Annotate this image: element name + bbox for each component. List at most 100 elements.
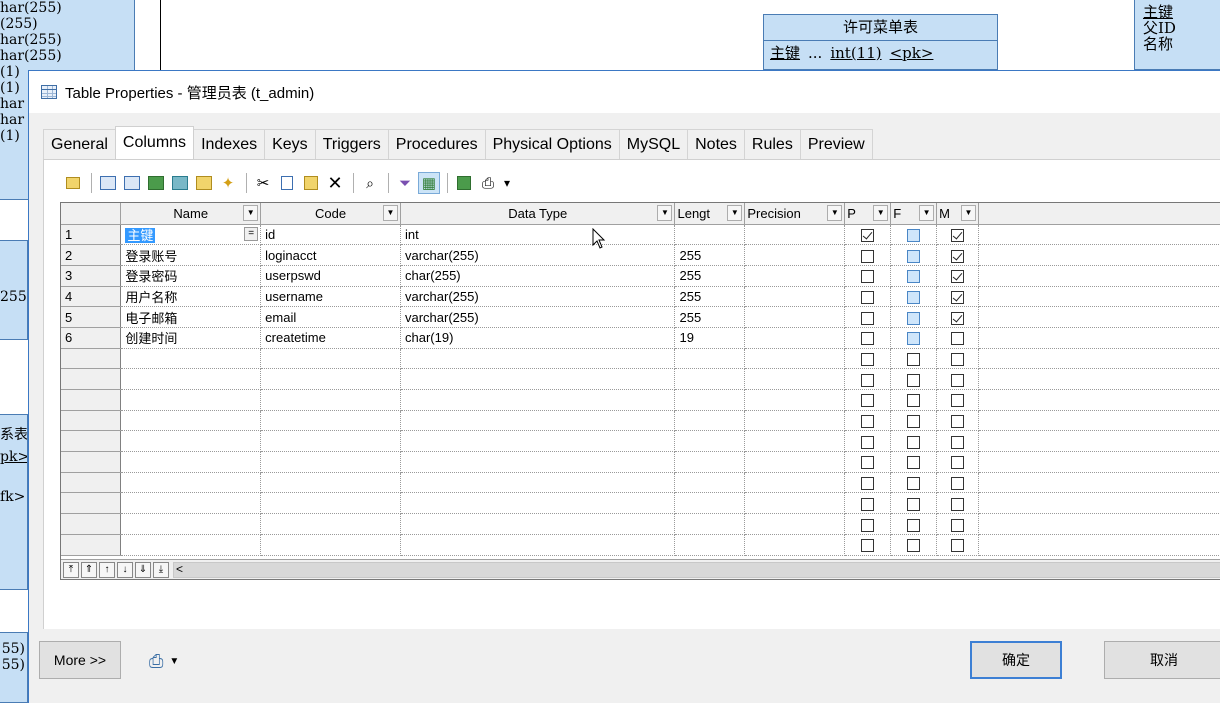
empty-cell[interactable] bbox=[120, 534, 262, 556]
empty-cell[interactable] bbox=[400, 389, 676, 411]
empty-row[interactable] bbox=[61, 389, 1220, 411]
checkbox[interactable] bbox=[951, 373, 965, 387]
empty-cell[interactable] bbox=[120, 513, 262, 535]
cell-code[interactable]: id bbox=[260, 224, 401, 246]
cell-foreign[interactable] bbox=[890, 327, 938, 349]
empty-row[interactable] bbox=[61, 368, 1220, 390]
cut-icon[interactable]: ✂ bbox=[252, 172, 274, 194]
checkbox[interactable] bbox=[951, 518, 965, 532]
page-up-icon[interactable]: ⇑ bbox=[81, 561, 97, 578]
checkbox-checked[interactable] bbox=[951, 311, 965, 325]
empty-check-cell[interactable] bbox=[844, 348, 892, 370]
tab-notes[interactable]: Notes bbox=[687, 129, 745, 159]
empty-check-cell[interactable] bbox=[936, 472, 980, 494]
cell-precision[interactable] bbox=[744, 286, 846, 308]
tab-triggers[interactable]: Triggers bbox=[314, 129, 389, 159]
empty-cell[interactable] bbox=[744, 389, 846, 411]
empty-row[interactable] bbox=[61, 410, 1220, 432]
empty-cell[interactable] bbox=[744, 492, 846, 515]
empty-check-cell[interactable] bbox=[844, 492, 892, 515]
delete-icon[interactable]: ✕ bbox=[324, 172, 346, 194]
cell-length[interactable]: 255 bbox=[674, 244, 746, 266]
more-button[interactable]: More >> bbox=[39, 641, 121, 679]
empty-check-cell[interactable] bbox=[936, 492, 980, 515]
cell-precision[interactable] bbox=[744, 224, 846, 246]
checkbox[interactable] bbox=[861, 394, 875, 408]
empty-cell[interactable] bbox=[260, 410, 401, 432]
checkbox[interactable] bbox=[951, 539, 965, 553]
empty-check-cell[interactable] bbox=[844, 410, 892, 432]
empty-check-cell[interactable] bbox=[890, 513, 938, 535]
cell-precision[interactable] bbox=[744, 244, 846, 266]
print-icon[interactable]: ⎙ bbox=[477, 172, 499, 194]
empty-check-cell[interactable] bbox=[844, 430, 892, 453]
empty-cell[interactable] bbox=[400, 513, 676, 535]
empty-cell[interactable] bbox=[400, 430, 676, 453]
checkbox[interactable] bbox=[951, 415, 965, 429]
cancel-button[interactable]: 取消 bbox=[1104, 641, 1220, 679]
empty-cell[interactable] bbox=[674, 368, 746, 390]
checkbox[interactable] bbox=[861, 373, 875, 387]
checkbox[interactable] bbox=[951, 435, 965, 449]
empty-check-cell[interactable] bbox=[890, 410, 938, 432]
table-row[interactable]: 5 电子邮箱 email varchar(255) 255 bbox=[61, 306, 1220, 328]
checkbox[interactable] bbox=[907, 311, 921, 325]
empty-cell[interactable] bbox=[400, 348, 676, 370]
cell-data-type[interactable]: char(19) bbox=[400, 327, 676, 349]
find-icon[interactable]: ⌕ bbox=[359, 172, 381, 194]
checkbox[interactable] bbox=[951, 332, 965, 346]
header-code[interactable]: Code ▼ bbox=[260, 203, 401, 225]
cell-mandatory[interactable] bbox=[936, 286, 980, 308]
row-number[interactable] bbox=[61, 410, 122, 432]
row-number[interactable] bbox=[61, 451, 122, 473]
empty-cell[interactable] bbox=[260, 534, 401, 556]
checkbox[interactable] bbox=[907, 332, 921, 346]
delete-row-icon[interactable] bbox=[193, 172, 215, 194]
checkbox[interactable] bbox=[907, 290, 921, 304]
row-number[interactable]: 3 bbox=[61, 265, 122, 287]
empty-check-cell[interactable] bbox=[844, 513, 892, 535]
checkbox[interactable] bbox=[951, 353, 965, 366]
row-number[interactable]: 1 bbox=[61, 224, 122, 246]
empty-cell[interactable] bbox=[120, 368, 262, 390]
table-row[interactable]: 4 用户名称 username varchar(255) 255 bbox=[61, 286, 1220, 308]
header-precision[interactable]: Precision ▼ bbox=[744, 203, 846, 225]
chevron-down-icon[interactable]: ▼ bbox=[961, 205, 977, 221]
checkbox[interactable] bbox=[861, 249, 875, 263]
empty-row[interactable] bbox=[61, 492, 1220, 515]
add-columns-icon[interactable] bbox=[145, 172, 167, 194]
reuse-columns-icon[interactable] bbox=[169, 172, 191, 194]
insert-row-icon[interactable] bbox=[97, 172, 119, 194]
empty-cell[interactable] bbox=[260, 389, 401, 411]
empty-cell[interactable] bbox=[400, 410, 676, 432]
checkbox[interactable] bbox=[861, 539, 875, 553]
chevron-down-icon[interactable]: ▼ bbox=[827, 205, 843, 221]
cell-data-type[interactable]: int bbox=[400, 224, 676, 246]
checkbox[interactable] bbox=[861, 518, 875, 532]
cell-code[interactable]: userpswd bbox=[260, 265, 401, 287]
empty-check-cell[interactable] bbox=[936, 410, 980, 432]
header-length[interactable]: Lengt ▼ bbox=[674, 203, 746, 225]
empty-cell[interactable] bbox=[744, 513, 846, 535]
table-row[interactable]: 2 登录账号 loginacct varchar(255) 255 bbox=[61, 244, 1220, 266]
empty-cell[interactable] bbox=[120, 472, 262, 494]
cell-mandatory[interactable] bbox=[936, 306, 980, 328]
chevron-down-icon[interactable]: ▼ bbox=[382, 205, 398, 221]
empty-cell[interactable] bbox=[120, 348, 262, 370]
empty-check-cell[interactable] bbox=[890, 368, 938, 390]
row-number[interactable] bbox=[61, 513, 122, 535]
checkbox[interactable] bbox=[861, 332, 875, 346]
empty-cell[interactable] bbox=[260, 348, 401, 370]
cell-name[interactable]: 登录账号 bbox=[120, 244, 262, 266]
cell-data-type[interactable]: varchar(255) bbox=[400, 244, 676, 266]
cell-length[interactable] bbox=[674, 224, 746, 246]
empty-cell[interactable] bbox=[674, 389, 746, 411]
empty-check-cell[interactable] bbox=[936, 368, 980, 390]
checkbox[interactable] bbox=[907, 394, 921, 408]
checkbox[interactable] bbox=[907, 249, 921, 263]
checkbox-checked[interactable] bbox=[861, 228, 875, 242]
empty-cell[interactable] bbox=[400, 472, 676, 494]
empty-check-cell[interactable] bbox=[890, 472, 938, 494]
row-number[interactable]: 6 bbox=[61, 327, 122, 349]
table-row[interactable]: 3 登录密码 userpswd char(255) 255 bbox=[61, 265, 1220, 287]
